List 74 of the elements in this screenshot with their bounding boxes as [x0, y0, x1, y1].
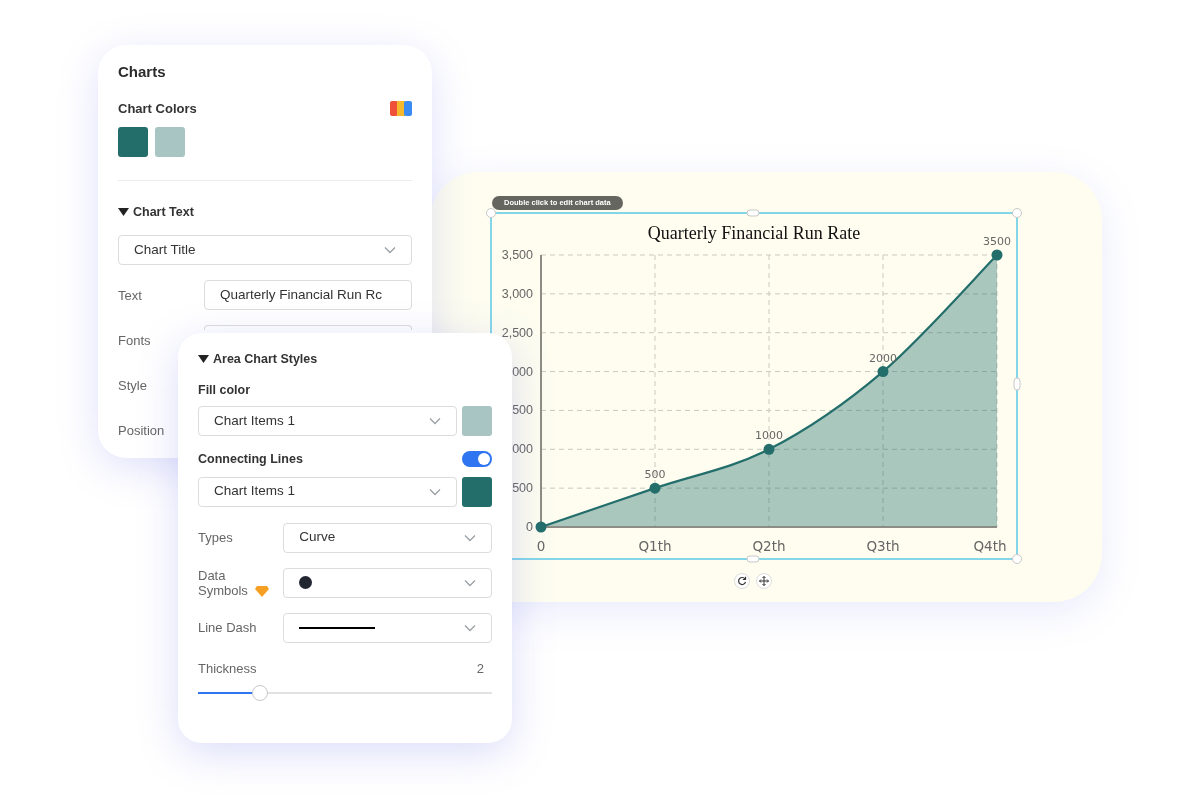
- color-swatch[interactable]: [462, 405, 492, 436]
- x-axis-label: 0: [536, 538, 546, 554]
- x-axis-label: Q4th: [973, 538, 1007, 554]
- value-reading: 2: [476, 659, 484, 678]
- y-axis-label: 2,500: [501, 325, 533, 340]
- y-axis-label: 500: [512, 403, 533, 418]
- section-label[interactable]: Area Chart Styles: [213, 350, 318, 369]
- resize-handle[interactable]: [746, 555, 760, 563]
- resize-handle[interactable]: [1012, 554, 1022, 564]
- toggle-switch[interactable]: [462, 451, 492, 468]
- data-point: [535, 521, 547, 533]
- palette-icon[interactable]: [390, 101, 412, 117]
- resize-handle[interactable]: [486, 208, 496, 218]
- caret-down-icon: [118, 207, 129, 216]
- input-field[interactable]: [204, 325, 412, 331]
- y-axis-label: 000: [512, 442, 533, 457]
- element-select[interactable]: Chart Title: [118, 235, 412, 266]
- section-label: Fill color: [198, 381, 252, 398]
- section-label: Chart Colors: [118, 100, 197, 118]
- data-point: [649, 482, 661, 494]
- resize-handle[interactable]: [1013, 377, 1021, 391]
- field-label: Types: [198, 530, 233, 545]
- series-select[interactable]: Chart Items 1: [198, 405, 457, 436]
- x-axis-label: Q1th: [638, 538, 672, 554]
- chevron-down-icon: [464, 533, 476, 542]
- solid-line-icon: [299, 626, 376, 629]
- y-axis-label: 3,000: [501, 286, 533, 301]
- series-select[interactable]: Chart Items 1: [198, 476, 457, 507]
- slider-track[interactable]: [198, 685, 492, 701]
- chevron-down-icon: [429, 487, 441, 496]
- input-field[interactable]: Quarterly Financial Run Rc: [204, 280, 412, 311]
- color-swatch[interactable]: [118, 126, 148, 157]
- field-label: Fonts: [118, 331, 151, 350]
- panel-title: Charts: [118, 63, 167, 81]
- gem-icon: [255, 585, 269, 597]
- rotate-icon: [737, 576, 747, 586]
- field-label: Thickness: [198, 659, 257, 678]
- color-swatch[interactable]: [155, 126, 185, 157]
- x-axis-label: Q2th: [752, 538, 786, 554]
- move-button[interactable]: [756, 573, 772, 589]
- y-axis-label: 500: [512, 481, 533, 496]
- chevron-down-icon: [384, 246, 396, 255]
- rotate-button[interactable]: [734, 573, 750, 589]
- section-label: Connecting Lines: [198, 450, 303, 468]
- data-label: 2000: [869, 351, 897, 365]
- color-swatch[interactable]: [462, 476, 492, 507]
- style-select[interactable]: [283, 612, 492, 643]
- chevron-down-icon: [464, 623, 476, 632]
- field-label: Style: [118, 376, 147, 395]
- field-label: Position: [118, 421, 165, 440]
- slider-thumb[interactable]: [251, 685, 268, 701]
- chevron-down-icon: [464, 578, 476, 587]
- move-icon: [759, 576, 769, 586]
- data-label: 500: [644, 468, 666, 482]
- chevron-down-icon: [429, 416, 441, 425]
- style-select[interactable]: Curve: [283, 522, 492, 553]
- caret-down-icon: [198, 355, 209, 364]
- resize-handle[interactable]: [746, 209, 760, 217]
- resize-handle[interactable]: [1012, 208, 1022, 218]
- data-label: 3500: [983, 235, 1011, 248]
- data-point: [877, 366, 889, 378]
- field-label: Data Symbols: [198, 567, 249, 598]
- y-axis-label: 3,500: [501, 248, 533, 262]
- data-label: 1000: [755, 429, 783, 443]
- data-point: [763, 443, 775, 455]
- chart-title: Quarterly Financial Run Rate: [647, 223, 861, 243]
- y-axis-label: 0: [526, 520, 533, 534]
- field-label: Text: [118, 286, 142, 305]
- section-label[interactable]: Chart Text: [133, 202, 194, 222]
- data-point: [991, 249, 1003, 261]
- x-axis-label: Q3th: [866, 538, 900, 554]
- y-axis-label: 000: [512, 364, 533, 379]
- field-label: Line Dash: [198, 620, 257, 635]
- dot-symbol-icon: [299, 576, 313, 589]
